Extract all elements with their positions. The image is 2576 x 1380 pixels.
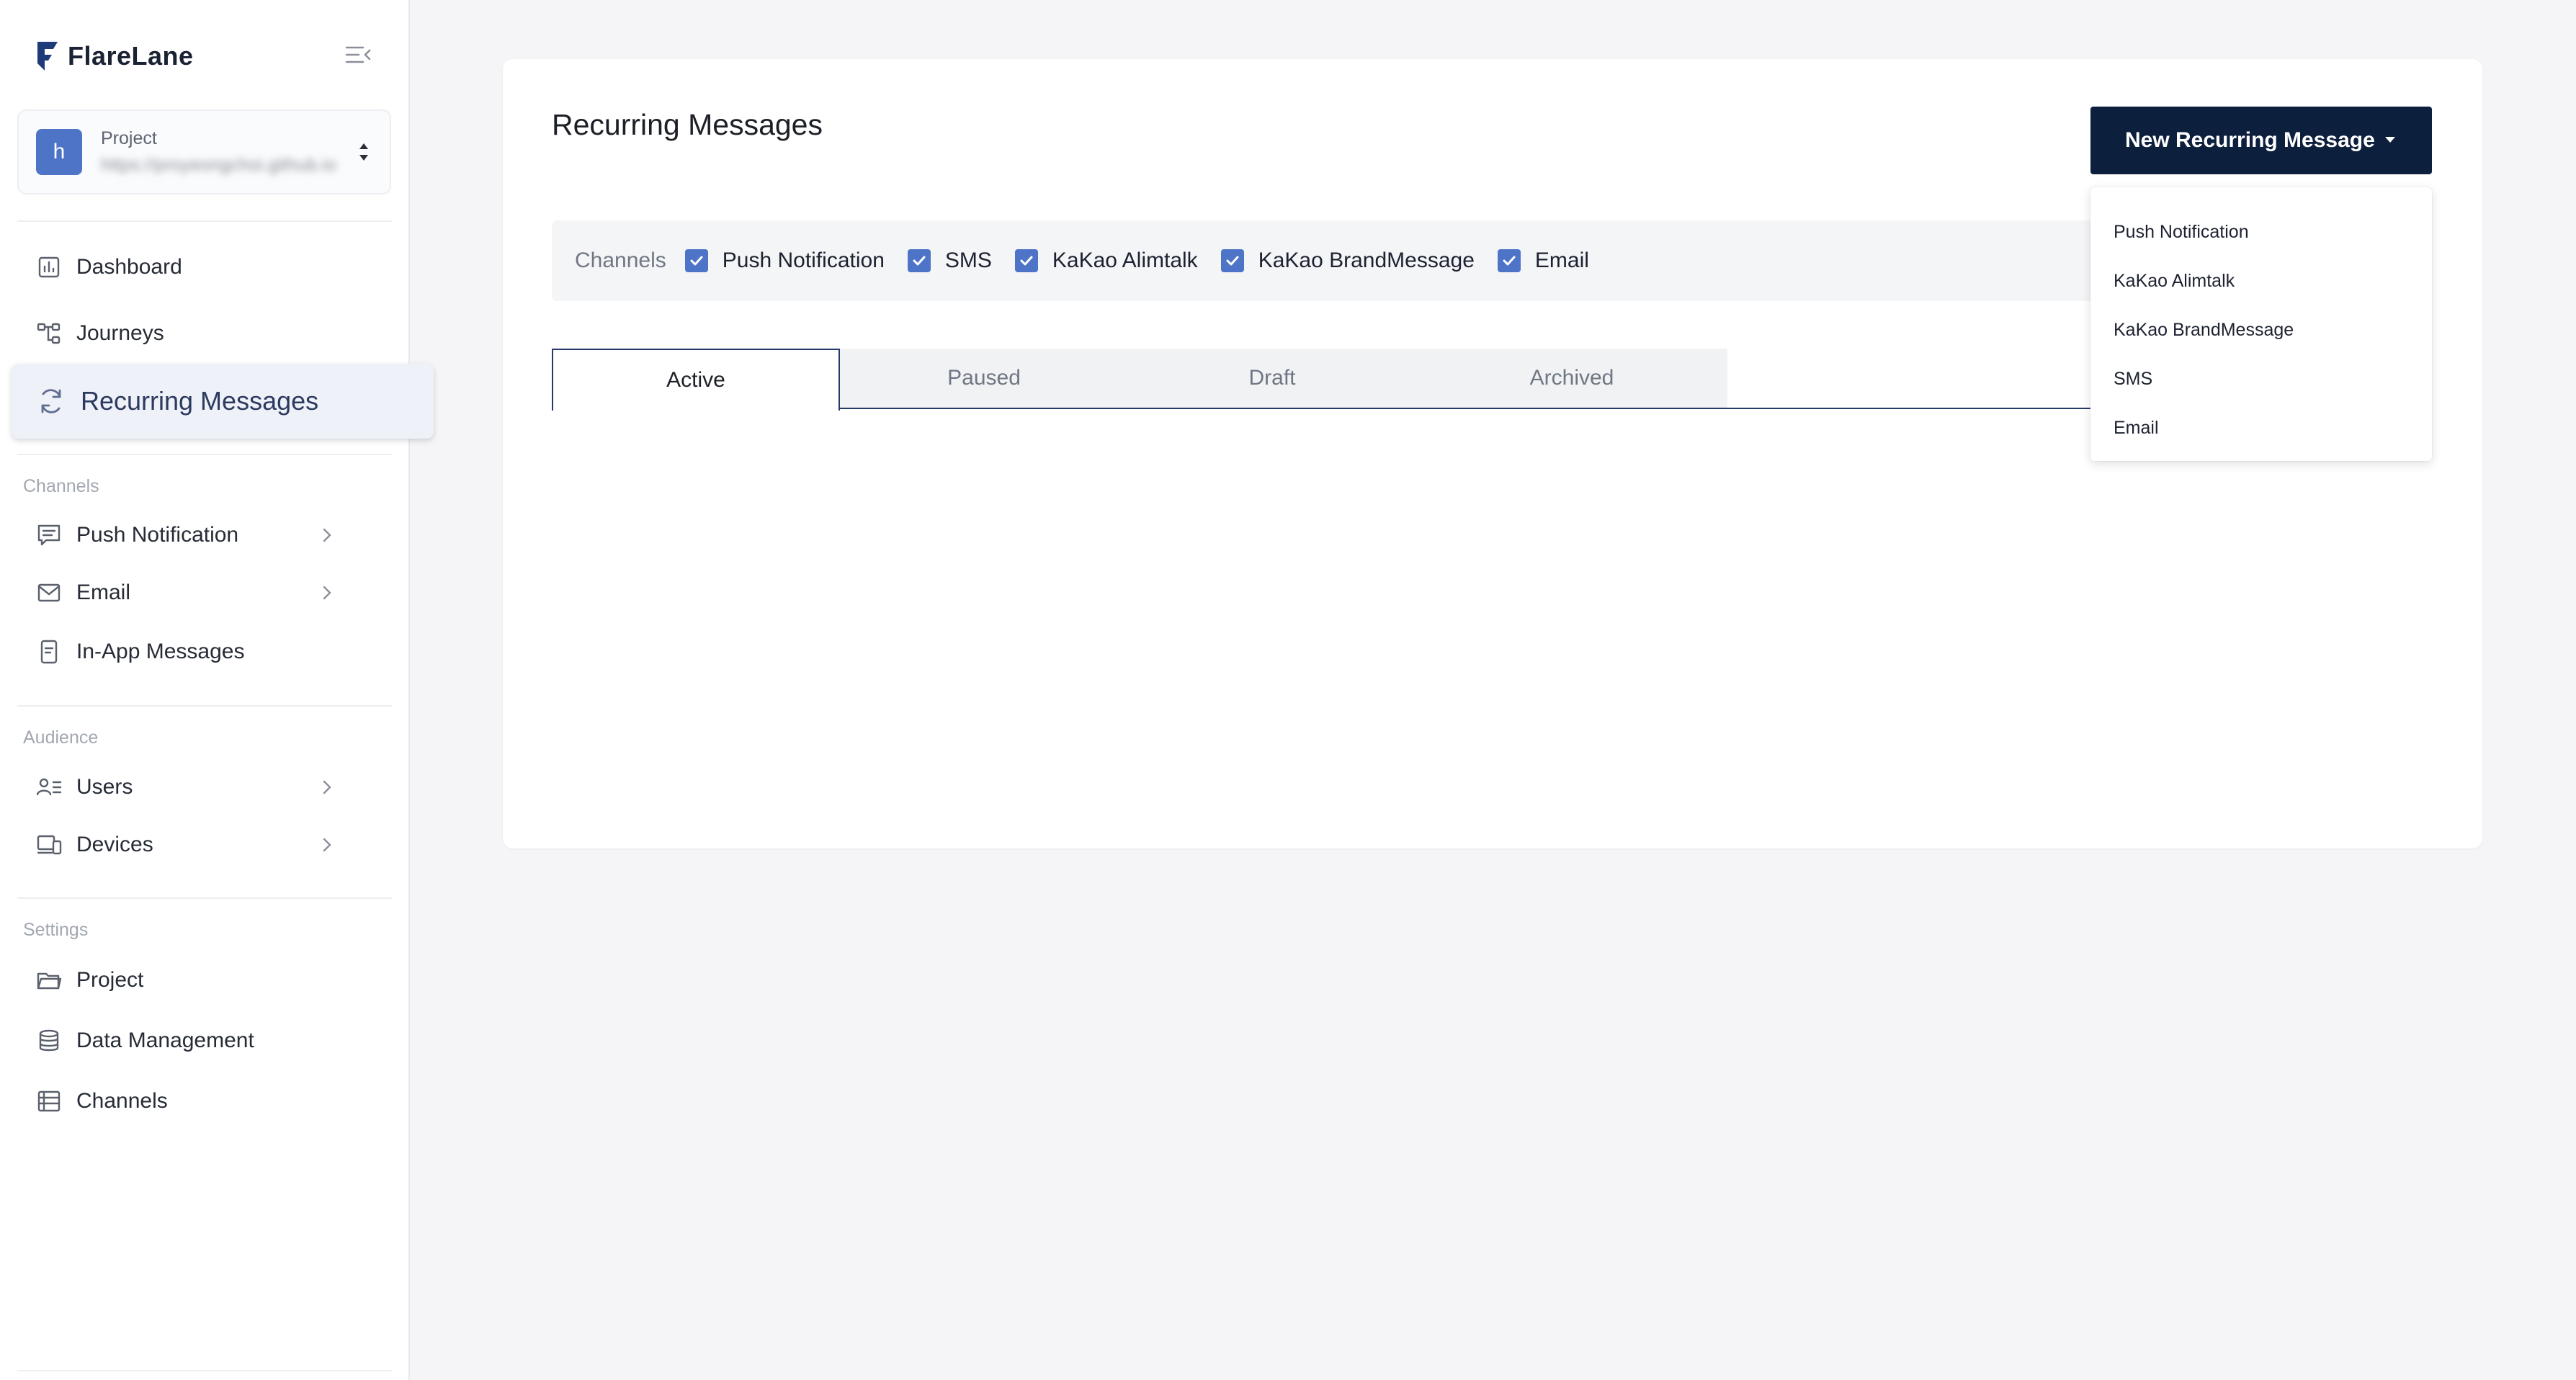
- nav-recurring-messages[interactable]: Recurring Messages: [12, 364, 434, 439]
- chevron-right-icon: [323, 586, 331, 600]
- checkbox-checked-icon[interactable]: [1014, 249, 1038, 272]
- nav-project-label: Project: [76, 968, 144, 992]
- new-recurring-message-button[interactable]: New Recurring Message: [2090, 107, 2432, 174]
- dropdown-item-kakao-brandmessage[interactable]: KaKao BrandMessage: [2090, 305, 2432, 354]
- nav-email[interactable]: Email: [12, 564, 401, 622]
- nav-email-label: Email: [76, 581, 131, 604]
- chevron-right-icon: [323, 780, 331, 794]
- recurring-icon: [41, 389, 61, 413]
- channel-filter-bar: Channels Push Notification SMS KaKao Ali…: [552, 220, 2137, 301]
- page-title: Recurring Messages: [552, 108, 823, 141]
- status-tabs: Active Paused Draft Archived: [552, 349, 2137, 411]
- new-message-dropdown: Push Notification KaKao Alimtalk KaKao B…: [2090, 187, 2432, 461]
- checkbox-checked-icon[interactable]: [1497, 249, 1521, 272]
- dropdown-item-push-notification[interactable]: Push Notification: [2090, 207, 2432, 256]
- nav-users-label: Users: [76, 775, 133, 799]
- caret-down-icon[interactable]: [2383, 135, 2397, 144]
- project-meta: Project https://proyeongchoi.github.io: [101, 128, 355, 176]
- nav-push-label: Push Notification: [76, 523, 239, 547]
- section-title-audience: Audience: [23, 727, 99, 748]
- nav-channels-settings[interactable]: Channels: [12, 1072, 401, 1130]
- sidebar-divider: [17, 897, 392, 899]
- filter-kakao-alimtalk[interactable]: KaKao Alimtalk: [1014, 248, 1198, 273]
- nav-journeys-label: Journeys: [76, 321, 164, 345]
- tab-archived[interactable]: Archived: [1416, 349, 1727, 408]
- nav-devices-label: Devices: [76, 833, 153, 856]
- nav-users[interactable]: Users: [12, 758, 401, 816]
- chevron-right-icon: [323, 528, 331, 542]
- users-icon: [36, 778, 62, 796]
- channel-filter-title: Channels: [575, 248, 666, 272]
- recurring-messages-card: Recurring Messages New Recurring Message…: [503, 59, 2482, 848]
- tab-draft[interactable]: Draft: [1128, 349, 1416, 408]
- nav-channels-settings-label: Channels: [76, 1089, 168, 1113]
- devices-icon: [37, 835, 62, 855]
- filter-push-notification[interactable]: Push Notification: [684, 248, 885, 273]
- nav-in-app-messages[interactable]: In-App Messages: [12, 623, 401, 681]
- journeys-icon: [37, 323, 61, 344]
- filter-email-label: Email: [1534, 248, 1589, 272]
- tab-paused[interactable]: Paused: [840, 349, 1128, 408]
- checkbox-checked-icon[interactable]: [1220, 249, 1244, 272]
- filter-kakao-alimtalk-label: KaKao Alimtalk: [1052, 248, 1198, 272]
- project-avatar: h: [36, 129, 82, 175]
- database-icon: [39, 1029, 59, 1052]
- dashboard-icon: [38, 256, 60, 278]
- project-label: Project: [101, 128, 157, 148]
- section-title-settings: Settings: [23, 920, 89, 940]
- sidebar-divider: [17, 454, 392, 455]
- nav-dashboard-label: Dashboard: [76, 255, 182, 279]
- brand-logo[interactable]: FlareLane: [36, 39, 194, 73]
- nav-devices[interactable]: Devices: [12, 816, 401, 874]
- switch-project-icon: [359, 143, 368, 161]
- filter-sms[interactable]: SMS: [907, 248, 992, 273]
- sidebar-divider: [17, 1370, 392, 1371]
- sidebar-divider: [17, 220, 392, 222]
- chevron-right-icon: [323, 838, 331, 852]
- nav-push-notification[interactable]: Push Notification: [12, 506, 401, 564]
- email-icon: [37, 583, 61, 602]
- collapse-sidebar-icon[interactable]: [344, 43, 372, 66]
- nav-recurring-label: Recurring Messages: [81, 386, 319, 416]
- sidebar-divider: [17, 705, 392, 707]
- filter-kakao-brandmessage-label: KaKao BrandMessage: [1258, 248, 1475, 272]
- sidebar: FlareLane h Project https://proyeongchoi…: [0, 0, 434, 1380]
- channels-settings-icon: [37, 1090, 61, 1112]
- nav-dashboard[interactable]: Dashboard: [12, 238, 401, 296]
- flarelane-logo-icon: [37, 42, 58, 71]
- nav-project[interactable]: Project: [12, 951, 401, 1009]
- checkbox-checked-icon[interactable]: [684, 249, 708, 272]
- brand-name: FlareLane: [68, 41, 194, 71]
- in-app-message-icon: [40, 640, 58, 664]
- nav-data-management[interactable]: Data Management: [12, 1012, 401, 1070]
- app-root: FlareLane h Project https://proyeongchoi…: [0, 0, 2576, 1380]
- folder-icon: [37, 972, 62, 990]
- dropdown-item-sms[interactable]: SMS: [2090, 354, 2432, 403]
- dropdown-item-kakao-alimtalk[interactable]: KaKao Alimtalk: [2090, 256, 2432, 305]
- nav-inapp-label: In-App Messages: [76, 640, 245, 663]
- filter-push-label: Push Notification: [722, 248, 885, 272]
- dropdown-item-email[interactable]: Email: [2090, 403, 2432, 452]
- nav-journeys[interactable]: Journeys: [12, 305, 401, 362]
- project-switcher[interactable]: h Project https://proyeongchoi.github.io: [17, 109, 391, 194]
- filter-kakao-brandmessage[interactable]: KaKao BrandMessage: [1220, 248, 1475, 273]
- tab-active[interactable]: Active: [552, 349, 840, 411]
- project-url: https://proyeongchoi.github.io: [101, 155, 336, 175]
- push-notification-icon: [37, 524, 61, 546]
- filter-sms-label: SMS: [944, 248, 992, 272]
- new-recurring-message-label: New Recurring Message: [2125, 128, 2375, 152]
- checkbox-checked-icon[interactable]: [907, 249, 931, 272]
- nav-data-management-label: Data Management: [76, 1029, 254, 1052]
- section-title-channels: Channels: [23, 476, 99, 496]
- filter-email[interactable]: Email: [1497, 248, 1589, 273]
